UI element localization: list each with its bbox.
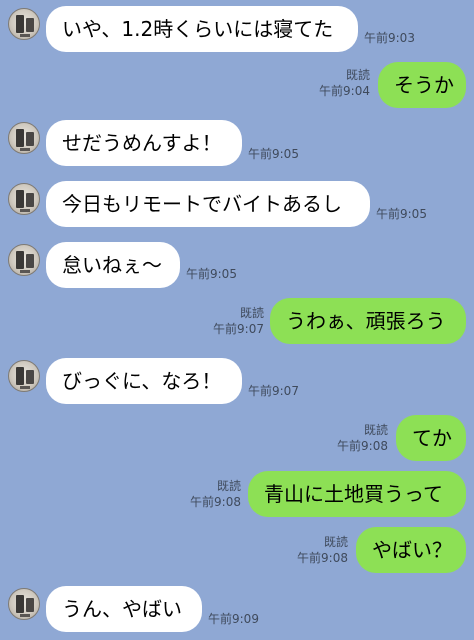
message-bubble-incoming[interactable]: うん、やばい <box>46 586 202 632</box>
message-bubble-incoming[interactable]: 今日もリモートでバイトあるし <box>46 181 370 227</box>
message-row-incoming: いや、1.2時くらいには寝てた 午前9:03 <box>0 6 474 54</box>
message-bubble-outgoing[interactable]: やばい？ <box>356 527 466 573</box>
message-bubble-outgoing[interactable]: そうか <box>378 62 466 108</box>
message-time: 午前9:05 <box>376 207 427 221</box>
message-time: 午前9:03 <box>364 31 415 45</box>
message-row-incoming: 怠いねぇ～ 午前9:05 <box>0 242 474 290</box>
contact-avatar[interactable] <box>8 360 40 392</box>
message-row-incoming: うん、やばい 午前9:09 <box>0 586 474 634</box>
read-receipt: 既読 <box>363 423 388 437</box>
message-bubble-incoming[interactable]: 怠いねぇ～ <box>46 242 180 288</box>
message-bubble-outgoing[interactable]: 青山に土地買うって <box>248 471 466 517</box>
message-time: 午前9:04 <box>319 84 370 98</box>
read-receipt: 既読 <box>345 68 370 82</box>
message-time: 午前9:08 <box>190 495 241 509</box>
message-row-outgoing: 既読 午前9:08 青山に土地買うって <box>0 471 474 519</box>
contact-avatar[interactable] <box>8 122 40 154</box>
message-row-outgoing: 既読 午前9:04 そうか <box>0 62 474 110</box>
read-receipt: 既読 <box>239 306 264 320</box>
message-bubble-incoming[interactable]: びっぐに、なろ！ <box>46 358 242 404</box>
message-time: 午前9:08 <box>337 439 388 453</box>
message-bubble-outgoing[interactable]: うわぁ、頑張ろう <box>270 298 466 344</box>
message-time: 午前9:07 <box>248 384 299 398</box>
message-time: 午前9:09 <box>208 612 259 626</box>
message-time: 午前9:08 <box>297 551 348 565</box>
message-row-outgoing: 既読 午前9:08 やばい？ <box>0 527 474 575</box>
message-row-outgoing: 既読 午前9:08 てか <box>0 415 474 463</box>
message-time: 午前9:07 <box>213 322 264 336</box>
message-row-outgoing: 既読 午前9:07 うわぁ、頑張ろう <box>0 298 474 346</box>
contact-avatar[interactable] <box>8 588 40 620</box>
message-row-incoming: びっぐに、なろ！ 午前9:07 <box>0 358 474 406</box>
message-bubble-outgoing[interactable]: てか <box>396 415 466 461</box>
read-receipt: 既読 <box>323 535 348 549</box>
read-receipt: 既読 <box>216 479 241 493</box>
contact-avatar[interactable] <box>8 8 40 40</box>
message-bubble-incoming[interactable]: いや、1.2時くらいには寝てた <box>46 6 358 52</box>
message-row-incoming: 今日もリモートでバイトあるし 午前9:05 <box>0 181 474 229</box>
contact-avatar[interactable] <box>8 183 40 215</box>
contact-avatar[interactable] <box>8 244 40 276</box>
message-bubble-incoming[interactable]: せだうめんすよ！ <box>46 120 242 166</box>
message-time: 午前9:05 <box>248 147 299 161</box>
message-time: 午前9:05 <box>186 267 237 281</box>
message-row-incoming: せだうめんすよ！ 午前9:05 <box>0 120 474 168</box>
